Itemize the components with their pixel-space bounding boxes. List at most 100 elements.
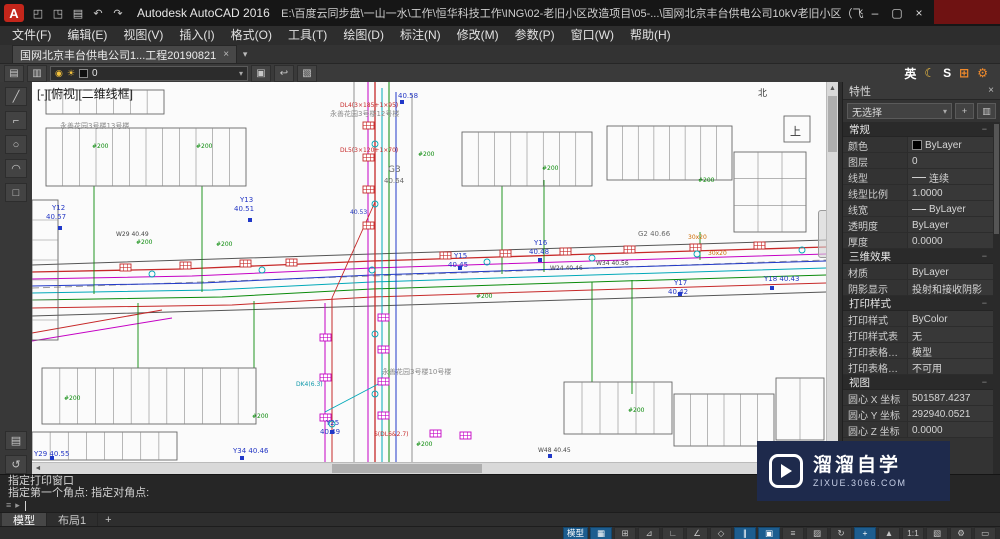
make-object-layer-current-icon[interactable]: ▣ bbox=[251, 64, 271, 82]
infer-constraints-icon[interactable]: ⊿ bbox=[638, 526, 660, 539]
property-row[interactable]: 打印样式表无 bbox=[843, 327, 993, 343]
property-section-header-3[interactable]: 打印样式 − bbox=[843, 296, 993, 311]
open-file-icon[interactable]: ◰ bbox=[29, 4, 47, 22]
transparency-icon[interactable]: ▨ bbox=[806, 526, 828, 539]
model-tab[interactable]: 模型 bbox=[2, 513, 47, 527]
save-file-icon[interactable]: ◳ bbox=[49, 4, 67, 22]
autocad-logo-icon[interactable]: A bbox=[4, 4, 24, 22]
section-collapse-icon[interactable]: − bbox=[982, 124, 987, 134]
selection-cycling-icon[interactable]: ↻ bbox=[830, 526, 852, 539]
tab-overflow-menu-icon[interactable]: ▾ bbox=[237, 46, 253, 63]
menu-item-5[interactable]: 格式(O) bbox=[223, 26, 280, 45]
property-row[interactable]: 打印表格视图 模型 bbox=[843, 343, 993, 359]
minimize-button[interactable]: – bbox=[864, 3, 886, 23]
isometric-drafting-icon[interactable]: ◇ bbox=[710, 526, 732, 539]
layout1-tab[interactable]: 布局1 bbox=[47, 513, 99, 527]
redo-icon[interactable]: ↷ bbox=[109, 4, 127, 22]
object-snap-icon[interactable]: ▣ bbox=[758, 526, 780, 539]
horizontal-scrollbar[interactable]: ◄ ► bbox=[32, 462, 826, 474]
scroll-left-icon[interactable]: ◄ bbox=[32, 463, 44, 474]
polar-tracking-icon[interactable]: ∠ bbox=[686, 526, 708, 539]
ime-language-icon[interactable]: 英 bbox=[904, 65, 916, 82]
layer-previous-icon[interactable]: ↩ bbox=[274, 64, 294, 82]
menu-item-9[interactable]: 修改(M) bbox=[449, 26, 507, 45]
scroll-up-icon[interactable]: ▲ bbox=[827, 82, 838, 94]
new-layout-button[interactable]: + bbox=[98, 513, 118, 526]
annotation-visibility-icon[interactable]: ▲ bbox=[878, 526, 900, 539]
property-row[interactable]: 圆心 Y 坐标 292940.0521 bbox=[843, 406, 993, 422]
property-row[interactable]: 颜色 ByLayer bbox=[843, 137, 993, 153]
tab-close-icon[interactable]: × bbox=[223, 49, 229, 60]
ortho-mode-icon[interactable]: ∟ bbox=[662, 526, 684, 539]
property-row[interactable]: 打印表格附着到不可用 bbox=[843, 359, 993, 375]
annotation-scale-button[interactable]: 1:1 bbox=[902, 526, 924, 539]
ime-sogou-icon[interactable]: S bbox=[943, 66, 951, 80]
ime-keyboard-icon[interactable]: ⊞ bbox=[959, 66, 969, 80]
close-button[interactable]: × bbox=[908, 3, 930, 23]
layer-properties-manager-icon[interactable]: ▤ bbox=[4, 64, 24, 82]
property-section-header-2[interactable]: 三维效果 − bbox=[843, 249, 993, 264]
section-collapse-icon[interactable]: − bbox=[982, 251, 987, 261]
palette-scrollbar[interactable] bbox=[993, 122, 1000, 474]
restore-button[interactable]: ▢ bbox=[886, 3, 908, 23]
palette-close-icon[interactable]: × bbox=[988, 85, 994, 96]
property-row[interactable]: 图层 0 bbox=[843, 153, 993, 169]
selection-dropdown[interactable]: 无选择 ▾ bbox=[847, 103, 952, 119]
workspace-switching-icon[interactable]: ⚙ bbox=[950, 526, 972, 539]
vertical-scroll-thumb[interactable] bbox=[828, 96, 837, 152]
layer-isolate-icon[interactable]: ▧ bbox=[297, 64, 317, 82]
property-section-header-1[interactable]: 常规 − bbox=[843, 122, 993, 137]
palette-scroll-thumb[interactable] bbox=[994, 124, 999, 234]
menu-item-12[interactable]: 帮助(H) bbox=[622, 26, 679, 45]
property-row[interactable]: 圆心 X 坐标 501587.4237 bbox=[843, 390, 993, 406]
layer-states-icon[interactable]: ▥ bbox=[27, 64, 47, 82]
rectangle-tool-icon[interactable]: □ bbox=[5, 183, 27, 202]
hatch-tool-icon[interactable]: ▤ bbox=[5, 431, 27, 450]
property-row[interactable]: 打印样式 ByColor bbox=[843, 311, 993, 327]
property-row[interactable]: 阴影显示 投射和接收阴影 bbox=[843, 280, 993, 296]
property-section-header-4[interactable]: 视图 − bbox=[843, 375, 993, 390]
command-customize-icon[interactable]: ≡ bbox=[6, 500, 11, 511]
menu-item-10[interactable]: 参数(P) bbox=[507, 26, 563, 45]
menu-item-11[interactable]: 窗口(W) bbox=[563, 26, 622, 45]
property-row[interactable]: 线型比例 1.0000 bbox=[843, 185, 993, 201]
line-tool-icon[interactable]: ╱ bbox=[5, 87, 27, 106]
properties-palette-header[interactable]: 特性 × bbox=[843, 82, 1000, 100]
menu-item-3[interactable]: 视图(V) bbox=[115, 26, 171, 45]
property-row[interactable]: 圆心 Z 坐标 0.0000 bbox=[843, 422, 993, 438]
circle-tool-icon[interactable]: ○ bbox=[5, 135, 27, 154]
ime-toolbox-icon[interactable]: ⚙ bbox=[977, 66, 988, 80]
property-row[interactable]: 材质 ByLayer bbox=[843, 264, 993, 280]
menu-item-1[interactable]: 文件(F) bbox=[4, 26, 59, 45]
ime-skin-icon[interactable]: ☾ bbox=[924, 66, 935, 80]
grid-display-icon[interactable]: ▦ bbox=[590, 526, 612, 539]
horizontal-scroll-thumb[interactable] bbox=[332, 464, 482, 473]
toggle-pickadd-icon[interactable]: + bbox=[955, 103, 974, 119]
isolate-objects-icon[interactable]: ▧ bbox=[926, 526, 948, 539]
property-row[interactable]: 透明度 ByLayer bbox=[843, 217, 993, 233]
quick-select-icon[interactable]: ▥ bbox=[977, 103, 996, 119]
snap-mode-icon[interactable]: ⊞ bbox=[614, 526, 636, 539]
plot-icon[interactable]: ▤ bbox=[69, 4, 87, 22]
document-tab[interactable]: 国网北京丰台供电公司1...工程20190821 × bbox=[12, 45, 238, 63]
drawing-canvas[interactable]: [-][俯视][二维线框] 永善花园3号楼13号楼 永善花园3号楼12号楼 永善花园… bbox=[32, 82, 826, 462]
layer-dropdown-arrow-icon[interactable]: ▾ bbox=[239, 69, 243, 78]
object-snap-tracking-icon[interactable]: ∥ bbox=[734, 526, 756, 539]
model-space-button[interactable]: 模型 bbox=[562, 526, 588, 539]
menu-item-2[interactable]: 编辑(E) bbox=[59, 26, 115, 45]
menu-item-8[interactable]: 标注(N) bbox=[392, 26, 449, 45]
menu-item-4[interactable]: 插入(I) bbox=[171, 26, 222, 45]
undo-icon[interactable]: ↶ bbox=[89, 4, 107, 22]
dynamic-input-icon[interactable]: + bbox=[854, 526, 876, 539]
polyline-tool-icon[interactable]: ⌐ bbox=[5, 111, 27, 130]
section-collapse-icon[interactable]: − bbox=[982, 377, 987, 387]
navigation-bar[interactable] bbox=[818, 210, 826, 258]
layer-dropdown[interactable]: ◉ ☀ 0 ▾ bbox=[50, 65, 248, 81]
arc-tool-icon[interactable]: ◠ bbox=[5, 159, 27, 178]
viewport-controls[interactable]: [-][俯视][二维线框] bbox=[37, 85, 133, 102]
property-row[interactable]: 厚度 0.0000 bbox=[843, 233, 993, 249]
recent-commands-icon[interactable]: ▸ bbox=[15, 500, 20, 511]
erase-tool-icon[interactable]: ↺ bbox=[5, 455, 27, 474]
property-row[interactable]: 线型 连续 bbox=[843, 169, 993, 185]
menu-item-7[interactable]: 绘图(D) bbox=[335, 26, 392, 45]
